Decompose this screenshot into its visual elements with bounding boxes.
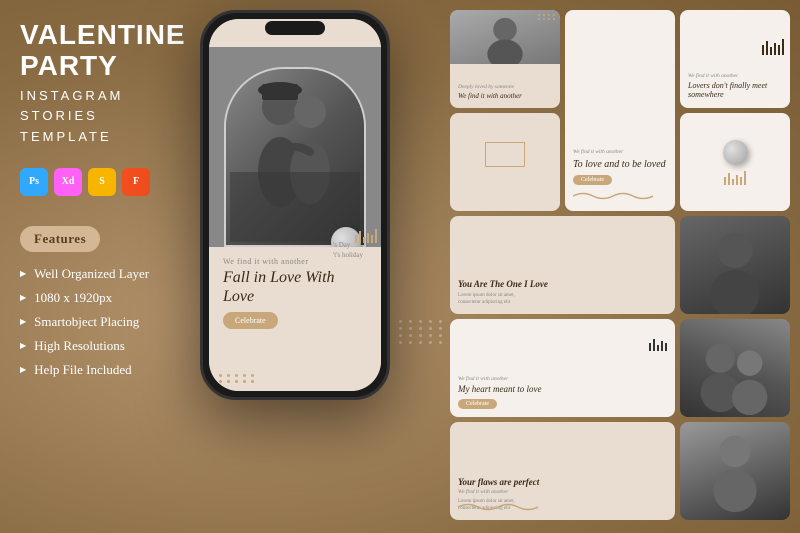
card7-photo <box>680 216 790 314</box>
card8-title: My heart meant to love <box>458 384 667 395</box>
card8-bars <box>649 339 667 351</box>
left-panel: VALENTINE PARTY INSTAGRAM STORIES TEMPLA… <box>20 20 220 386</box>
sketch-icon: S <box>88 168 116 196</box>
phone-side-text: 's Day't's holiday <box>333 241 381 261</box>
feature-item-4: High Resolutions <box>20 338 220 354</box>
phone-body: We find it with another Fall in Love Wit… <box>200 10 390 400</box>
story-card-8: We find it with another My heart meant t… <box>450 319 675 417</box>
figma-icon: F <box>122 168 150 196</box>
card2-title: To love and to be loved <box>573 159 666 171</box>
phone-notch <box>265 21 325 35</box>
feature-item-5: Help File Included <box>20 362 220 378</box>
card3-title: Lovers don't finally meet somewhere <box>688 81 782 100</box>
stories-grid: Deeply loved by someone We find it with … <box>450 10 790 520</box>
story-card-3: We find it with another Lovers don't fin… <box>680 10 790 108</box>
card5-bars <box>724 171 746 185</box>
card4-rect <box>485 142 525 167</box>
phone-bottom-dots <box>219 374 256 383</box>
couple-silhouette <box>230 72 360 242</box>
card10-title: Your flaws are perfect <box>458 477 667 487</box>
phone-image-area <box>209 47 381 247</box>
card8-cta[interactable]: Celebrate <box>458 399 497 409</box>
story-card-5 <box>680 113 790 211</box>
main-title: VALENTINE PARTY <box>20 20 220 82</box>
card2-wave <box>573 191 653 201</box>
card6-title: You Are The One I Love <box>458 279 667 289</box>
feature-item-3: Smartobject Placing <box>20 314 220 330</box>
couple-photo <box>226 69 364 245</box>
bg-dots-decoration <box>399 320 445 344</box>
story-card-6: You Are The One I Love Lorem ipsum dolor… <box>450 216 675 314</box>
ps-icon: Ps <box>20 168 48 196</box>
card1-subtitle: Deeply loved by someone <box>458 84 552 90</box>
story-card-7 <box>680 216 790 314</box>
phone-screen: We find it with another Fall in Love Wit… <box>209 19 381 391</box>
card10-wave <box>458 502 538 512</box>
phone-image-frame <box>224 67 366 247</box>
story-card-11 <box>680 422 790 520</box>
phone-content: We find it with another Fall in Love Wit… <box>209 19 381 391</box>
card5-circle <box>723 140 748 165</box>
phone-cta[interactable]: Celebrate <box>223 312 278 329</box>
story-card-9 <box>680 319 790 417</box>
card2-subtitle: We find it with another <box>573 149 623 155</box>
card9-photo <box>680 319 790 417</box>
card6-body: Lorem ipsum dolor sit amet,consectetur a… <box>458 292 667 306</box>
card11-photo <box>680 422 790 520</box>
card1-title: We find it with another <box>458 92 552 100</box>
story-card-10: Your flaws are perfect We find it with a… <box>450 422 675 520</box>
card3-subtitle: We find it with another <box>688 73 782 79</box>
story-card-4 <box>450 113 560 211</box>
feature-item-1: Well Organized Layer <box>20 266 220 282</box>
xd-icon: Xd <box>54 168 82 196</box>
card10-subtitle: We find it with another <box>458 489 667 495</box>
card8-subtitle: We find it with another <box>458 376 667 382</box>
phone-mockup: We find it with another Fall in Love Wit… <box>200 10 400 410</box>
subtitle-line1: INSTAGRAM STORIES TEMPLATE <box>20 86 220 148</box>
app-icons-row: Ps Xd S F <box>20 168 220 196</box>
story-card-2: We find it with another To love and to b… <box>565 10 675 211</box>
card3-bars <box>762 39 784 55</box>
story-card-1: Deeply loved by someone We find it with … <box>450 10 560 108</box>
features-badge: Features <box>20 226 100 252</box>
features-list: Well Organized Layer 1080 x 1920px Smart… <box>20 266 220 378</box>
phone-main-title: Fall in Love With Love <box>223 268 367 306</box>
card2-cta[interactable]: Celebrate <box>573 175 612 185</box>
feature-item-2: 1080 x 1920px <box>20 290 220 306</box>
